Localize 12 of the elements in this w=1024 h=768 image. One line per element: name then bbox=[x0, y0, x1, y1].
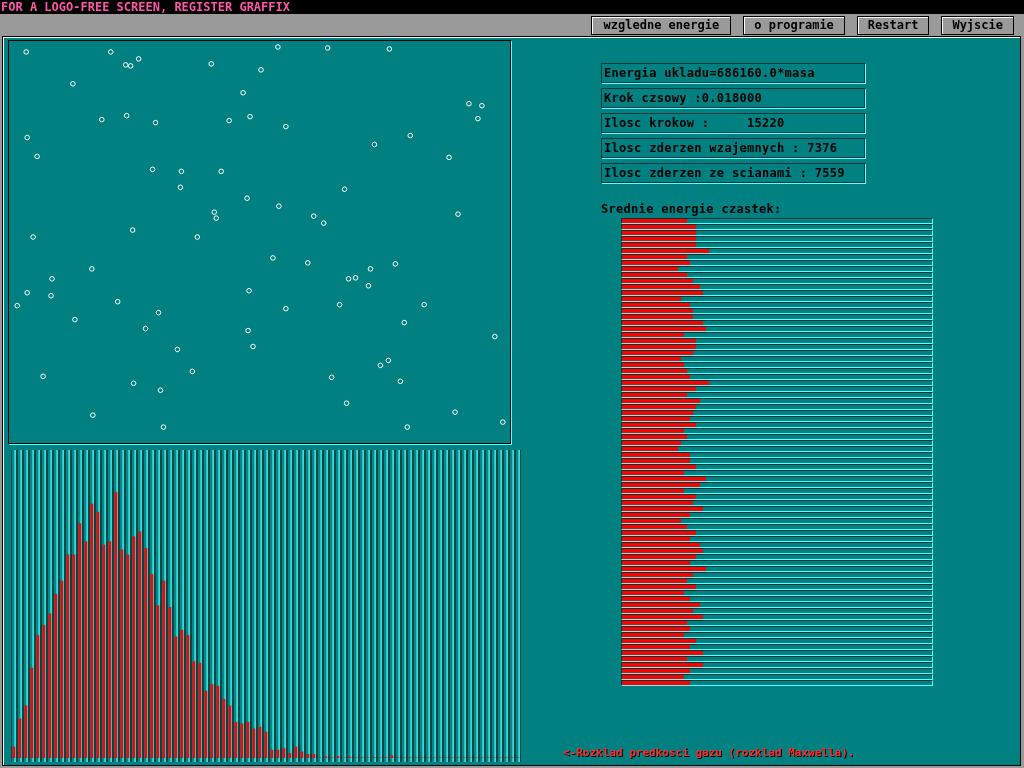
registration-banner: FOR A LOGO-FREE SCREEN, REGISTER GRAFFIX bbox=[0, 0, 1024, 14]
histogram-caption: <-Rozklad predkosci gazu (rozklad Maxwella). bbox=[563, 746, 856, 759]
stat-readout: Energia ukladu=686160.0*masa bbox=[601, 63, 865, 83]
stat-readout: Krok czsowy :0.018000 bbox=[601, 88, 865, 108]
stat-readout: Ilosc zderzen wzajemnych : 7376 bbox=[601, 138, 865, 158]
toolbar-button[interactable]: wzgledne energie bbox=[591, 15, 732, 35]
toolbar-button[interactable]: Wyjscie bbox=[941, 15, 1014, 35]
panel-title: Srednie energie czastek: bbox=[601, 202, 783, 216]
stat-readout: Ilosc krokow : 15220 bbox=[601, 113, 865, 133]
stat-readout: Ilosc zderzen ze scianami : 7559 bbox=[601, 163, 865, 183]
toolbar-button[interactable]: Restart bbox=[856, 15, 930, 35]
toolbar-button[interactable]: o programie bbox=[743, 15, 845, 35]
